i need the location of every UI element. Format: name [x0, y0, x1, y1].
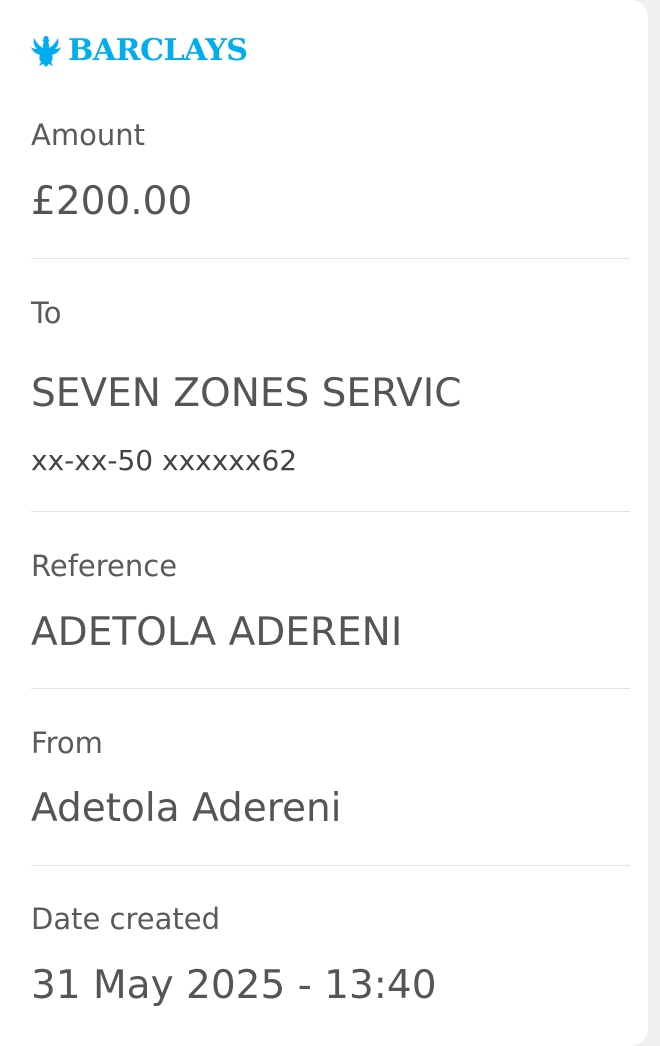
amount-label: Amount: [31, 118, 145, 152]
eagle-icon: [30, 34, 62, 68]
divider: [31, 511, 630, 512]
reference-value: ADETOLA ADERENI: [31, 610, 403, 655]
from-value: Adetola Adereni: [31, 786, 342, 831]
date-created-value: 31 May 2025 - 13:40: [31, 963, 437, 1008]
payee-name: SEVEN ZONES SERVIC: [31, 371, 462, 416]
from-label: From: [31, 726, 103, 760]
divider: [31, 688, 630, 689]
brand-wordmark: BARCLAYS: [68, 33, 248, 68]
payment-details-card: BARCLAYS Amount £200.00 To SEVEN ZONES S…: [0, 0, 648, 1046]
to-label: To: [31, 296, 62, 330]
divider: [31, 865, 630, 866]
reference-label: Reference: [31, 549, 178, 583]
divider: [31, 258, 630, 259]
amount-value: £200.00: [31, 179, 193, 224]
barclays-logo: BARCLAYS: [30, 33, 248, 68]
payee-account-number: xx-xx-50 xxxxxx62: [31, 444, 298, 477]
date-created-label: Date created: [31, 902, 220, 936]
